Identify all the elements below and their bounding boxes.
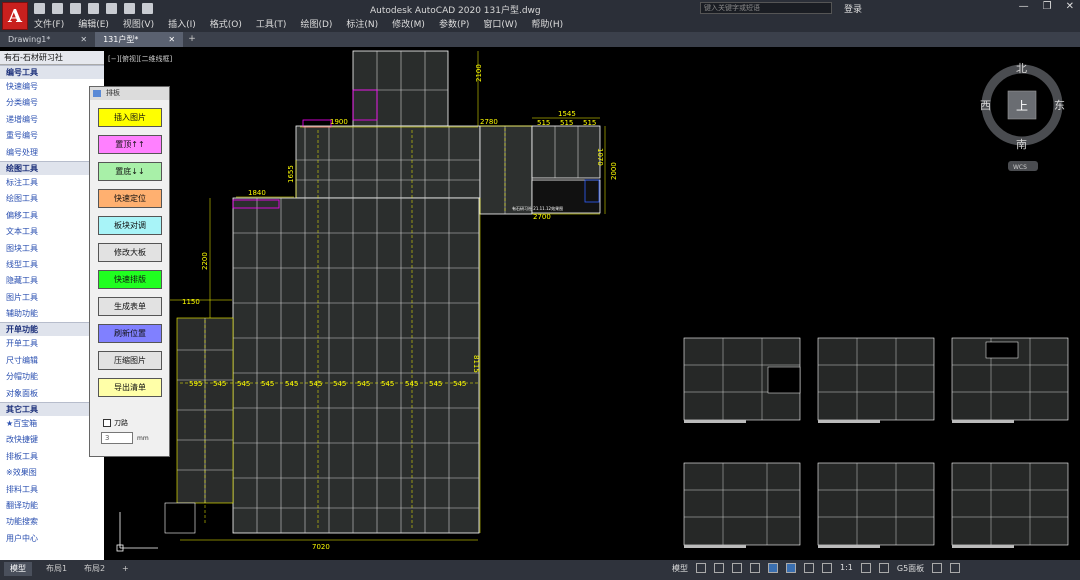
menu-modify[interactable]: 修改(M) [392,17,425,30]
panel-selector[interactable]: G5面板 [897,563,924,574]
menu-window[interactable]: 窗口(W) [483,17,517,30]
add-layout-button[interactable]: + [116,562,135,576]
drawing-canvas[interactable] [104,51,1080,560]
gear-icon[interactable] [860,563,871,573]
osnap-icon[interactable] [768,563,778,573]
restore-button[interactable]: ❐ [1043,1,1052,12]
viewport-label[interactable]: [−][俯视][二维线框] [108,54,172,64]
save-as-icon[interactable] [88,3,99,14]
plus-icon[interactable] [878,563,889,573]
tab-drawing1[interactable]: Drawing1* ✕ [0,32,95,47]
lineweight-icon[interactable] [804,563,814,573]
title-bar: A Autodesk AutoCAD 2020 131户型.dwg 键入关键字或… [0,0,1080,32]
plot-icon[interactable] [106,3,117,14]
menu-help[interactable]: 帮助(H) [531,17,563,30]
save-icon[interactable] [70,3,81,14]
menu-tools[interactable]: 工具(T) [256,17,287,30]
export-list-button[interactable]: 导出清单 [98,378,162,397]
ortho-icon[interactable] [732,563,742,573]
snap-icon[interactable] [714,563,724,573]
checkbox-label: 刀路 [114,419,128,427]
close-icon[interactable]: ✕ [168,32,175,47]
toolpath-width-input[interactable]: 3 [101,432,133,444]
menu-draw[interactable]: 绘图(D) [300,17,332,30]
tab-label: 131户型* [103,35,139,44]
bring-to-top-button[interactable]: 置顶↑↑ [98,135,162,154]
grid-icon[interactable] [696,563,706,573]
status-toggles: 模型 1:1 G5面板 [672,563,961,574]
polar-icon[interactable] [750,563,760,573]
tab-131-huxing[interactable]: 131户型* ✕ [95,32,184,47]
window-controls: — ❐ ✕ [1019,1,1074,12]
swap-slabs-button[interactable]: 板块对调 [98,216,162,235]
login-button[interactable]: 登录 [844,2,862,15]
checkbox-box[interactable] [103,419,111,427]
tab-label: Drawing1* [8,35,51,44]
compress-image-button[interactable]: 压缩图片 [98,351,162,370]
close-icon[interactable]: ✕ [80,32,87,47]
menu-edit[interactable]: 编辑(E) [78,17,109,30]
search-input[interactable]: 键入关键字或短语 [700,2,832,14]
sidebar-item[interactable]: 用户中心 [0,531,104,547]
menu-file[interactable]: 文件(F) [34,17,64,30]
redo-icon[interactable] [142,3,153,14]
autocad-logo[interactable]: A [2,2,28,30]
quick-access-toolbar [34,3,153,14]
menu-insert[interactable]: 插入(I) [168,17,196,30]
isolate-icon[interactable] [932,563,943,573]
new-file-icon[interactable] [34,3,45,14]
unit-label: mm [137,435,149,442]
sidebar-item[interactable]: ※效果图 [0,465,104,481]
menu-dimension[interactable]: 标注(N) [346,17,378,30]
tab-layout2[interactable]: 布局2 [78,562,111,576]
tab-layout1[interactable]: 布局1 [40,562,73,576]
status-bar: 模型 布局1 布局2 + 模型 1:1 G5面板 [0,560,1080,580]
close-button[interactable]: ✕ [1066,1,1074,12]
menu-parametric[interactable]: 参数(P) [439,17,469,30]
tab-model[interactable]: 模型 [4,562,32,576]
menu-icon[interactable] [950,563,961,573]
insert-image-button[interactable]: 插入图片 [98,108,162,127]
menu-format[interactable]: 格式(O) [210,17,242,30]
sidebar-title: 有石-石材研习社 [0,51,104,65]
menu-view[interactable]: 视图(V) [123,17,154,30]
annotation-icon[interactable] [822,563,832,573]
model-space-button[interactable]: 模型 [672,563,688,574]
scale-selector[interactable]: 1:1 [840,563,853,574]
sidebar-item[interactable]: 功能搜索 [0,514,104,530]
minimize-button[interactable]: — [1019,1,1029,12]
toolpath-checkbox[interactable]: 刀路 [103,418,128,428]
quick-layout-button[interactable]: 快速排版 [98,270,162,289]
sidebar-item[interactable]: 排料工具 [0,482,104,498]
open-file-icon[interactable] [52,3,63,14]
modify-slab-button[interactable]: 修改大板 [98,243,162,262]
document-tab-bar: Drawing1* ✕ 131户型* ✕ + [0,32,1080,47]
menu-bar: 文件(F) 编辑(E) 视图(V) 插入(I) 格式(O) 工具(T) 绘图(D… [34,17,563,30]
undo-icon[interactable] [124,3,135,14]
otrack-icon[interactable] [786,563,796,573]
send-to-bottom-button[interactable]: 置底↓↓ [98,162,162,181]
quick-locate-button[interactable]: 快速定位 [98,189,162,208]
layout-palette: 排板 插入图片 置顶↑↑ 置底↓↓ 快速定位 板块对调 修改大板 快速排版 生成… [89,86,170,457]
palette-title[interactable]: 排板 [90,87,169,100]
sidebar-item[interactable]: 翻译功能 [0,498,104,514]
generate-form-button[interactable]: 生成表单 [98,297,162,316]
new-tab-button[interactable]: + [183,32,201,47]
sidebar-heading-numbering[interactable]: 编号工具 [0,65,104,79]
window-title: Autodesk AutoCAD 2020 131户型.dwg [370,6,541,16]
refresh-position-button[interactable]: 刷新位置 [98,324,162,343]
